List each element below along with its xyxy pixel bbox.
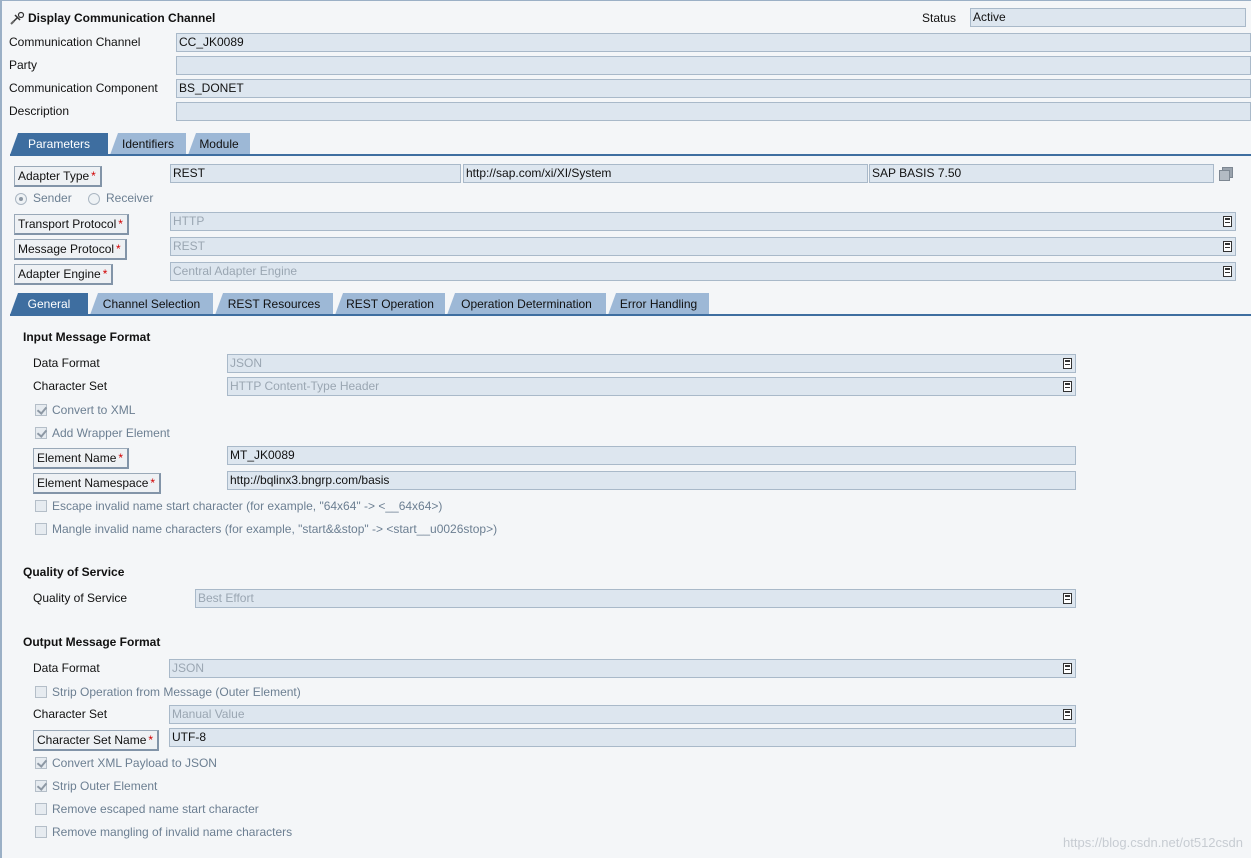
component-field: BS_DONET (176, 79, 1251, 98)
remove-escaped-label: Remove escaped name start character (52, 802, 259, 816)
adapter-type-field: REST (170, 164, 461, 183)
software-component-field: SAP BASIS 7.50 (869, 164, 1214, 183)
tab-rest-operation[interactable]: REST Operation (335, 293, 445, 315)
party-label: Party (9, 58, 38, 72)
tab-channel-selection[interactable]: Channel Selection (90, 293, 213, 315)
output-charset-label: Character Set (33, 707, 108, 721)
element-name-button[interactable]: Element Name * (33, 448, 130, 469)
strip-outer-label: Strip Outer Element (52, 779, 158, 793)
tab-general[interactable]: General (10, 293, 88, 315)
dropdown-icon (1223, 266, 1232, 277)
strip-operation-label: Strip Operation from Message (Outer Elem… (52, 685, 301, 699)
output-data-format-select[interactable]: JSON (169, 659, 1076, 678)
mangle-checkbox[interactable] (35, 523, 47, 535)
adapter-engine-select[interactable]: Central Adapter Engine (170, 262, 1236, 281)
element-name-field[interactable]: MT_JK0089 (227, 446, 1076, 465)
dropdown-icon (1223, 216, 1232, 227)
message-protocol-button[interactable]: Message Protocol * (14, 239, 127, 260)
qos-select[interactable]: Best Effort (195, 589, 1076, 608)
description-label: Description (9, 104, 70, 118)
channel-field: CC_JK0089 (176, 33, 1251, 52)
convert-to-xml-checkbox[interactable] (35, 404, 47, 416)
page-title: Display Communication Channel (28, 11, 216, 25)
strip-operation-checkbox[interactable] (35, 686, 47, 698)
party-field (176, 56, 1251, 75)
dropdown-icon (1063, 663, 1072, 674)
component-label: Communication Component (9, 81, 158, 95)
input-data-format-select[interactable]: JSON (227, 354, 1076, 373)
input-format-title: Input Message Format (23, 330, 151, 344)
tab-rest-resources[interactable]: REST Resources (215, 293, 333, 315)
remove-escaped-checkbox[interactable] (35, 803, 47, 815)
receiver-label: Receiver (106, 191, 154, 205)
transport-protocol-button[interactable]: Transport Protocol * (14, 214, 129, 235)
description-field (176, 102, 1251, 121)
element-namespace-field[interactable]: http://bqlinx3.bngrp.com/basis (227, 471, 1076, 490)
remove-mangling-label: Remove mangling of invalid name characte… (52, 825, 293, 839)
element-namespace-button[interactable]: Element Namespace * (33, 473, 162, 494)
charset-name-button[interactable]: Character Set Name * (33, 730, 160, 751)
convert-json-label: Convert XML Payload to JSON (52, 756, 217, 770)
copy-icon[interactable] (1219, 167, 1233, 181)
escape-checkbox[interactable] (35, 500, 47, 512)
tab-parameters[interactable]: Parameters (10, 133, 108, 155)
dropdown-icon (1063, 358, 1072, 369)
escape-label: Escape invalid name start character (for… (52, 499, 443, 513)
input-charset-select[interactable]: HTTP Content-Type Header (227, 377, 1076, 396)
add-wrapper-label: Add Wrapper Element (52, 426, 170, 440)
transport-protocol-select[interactable]: HTTP (170, 212, 1236, 231)
charset-name-field[interactable]: UTF-8 (169, 728, 1076, 747)
qos-label: Quality of Service (33, 591, 128, 605)
output-data-format-label: Data Format (33, 661, 100, 675)
main-tab-underline (10, 154, 1251, 156)
watermark: https://blog.csdn.net/ot512csdn (1063, 835, 1243, 850)
sub-tab-underline (10, 314, 1251, 316)
mangle-label: Mangle invalid name characters (for exam… (52, 522, 498, 536)
sender-label: Sender (33, 191, 72, 205)
channel-label: Communication Channel (9, 35, 141, 49)
sender-radio[interactable] (15, 193, 27, 205)
input-data-format-label: Data Format (33, 356, 100, 370)
adapter-engine-button[interactable]: Adapter Engine * (14, 264, 114, 285)
message-protocol-select[interactable]: REST (170, 237, 1236, 256)
add-wrapper-checkbox[interactable] (35, 427, 47, 439)
output-format-title: Output Message Format (23, 635, 161, 649)
dropdown-icon (1063, 381, 1072, 392)
remove-mangling-checkbox[interactable] (35, 826, 47, 838)
convert-to-xml-label: Convert to XML (52, 403, 136, 417)
tab-error-handling[interactable]: Error Handling (608, 293, 709, 315)
convert-json-checkbox[interactable] (35, 757, 47, 769)
qos-title: Quality of Service (23, 565, 125, 579)
tab-module[interactable]: Module (188, 133, 250, 155)
tab-identifiers[interactable]: Identifiers (110, 133, 186, 155)
dropdown-icon (1063, 709, 1072, 720)
tab-operation-determination[interactable]: Operation Determination (447, 293, 606, 315)
dropdown-icon (1223, 241, 1232, 252)
status-field: Active (970, 8, 1246, 27)
strip-outer-checkbox[interactable] (35, 780, 47, 792)
output-charset-select[interactable]: Manual Value (169, 705, 1076, 724)
adapter-namespace-field: http://sap.com/xi/XI/System (463, 164, 868, 183)
dropdown-icon (1063, 593, 1072, 604)
receiver-radio[interactable] (88, 193, 100, 205)
communication-channel-icon (10, 11, 25, 25)
adapter-type-button[interactable]: Adapter Type * (14, 166, 102, 187)
status-label: Status (922, 11, 957, 25)
input-charset-label: Character Set (33, 379, 108, 393)
